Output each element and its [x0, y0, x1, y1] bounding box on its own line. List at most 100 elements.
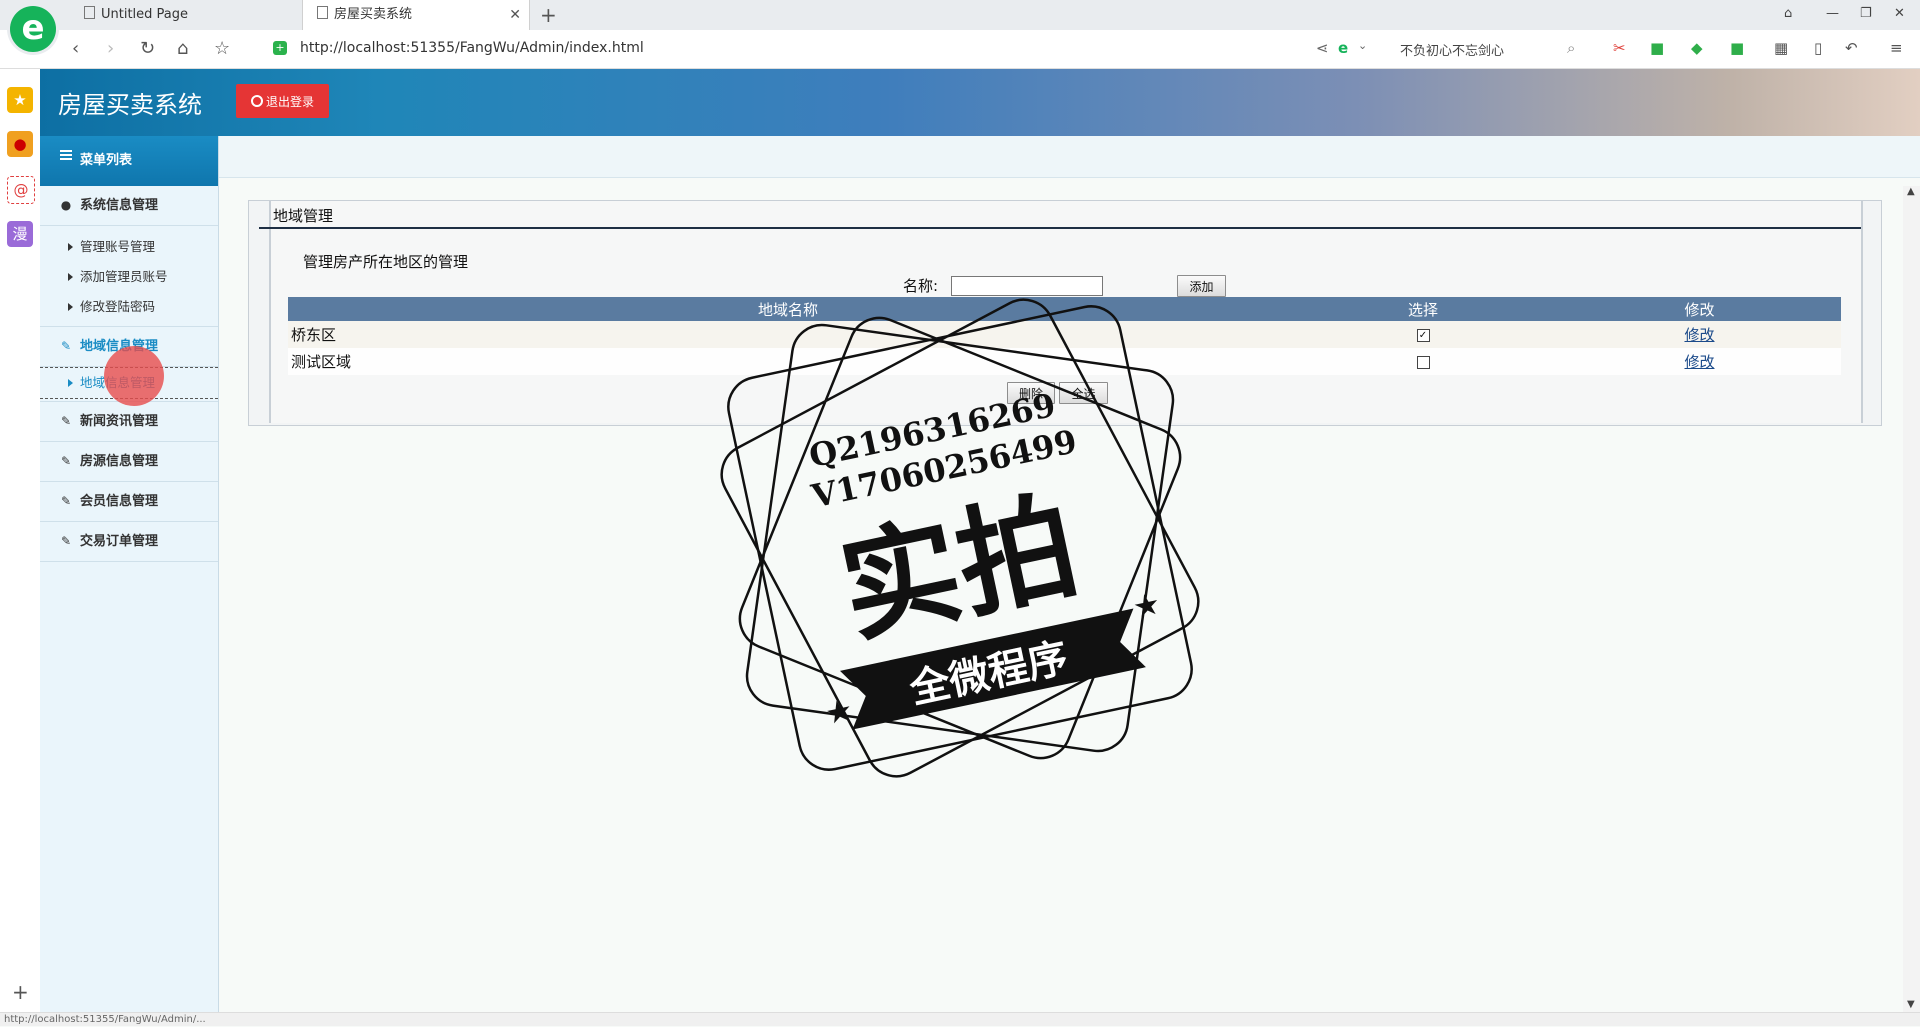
- sidebar-group-news[interactable]: ✎ 新闻资讯管理: [40, 402, 218, 442]
- col-header-select: 选择: [1288, 297, 1558, 321]
- favorites-icon[interactable]: ★: [7, 87, 33, 113]
- select-cell: ✓: [1288, 321, 1558, 348]
- caret-right-icon: [68, 273, 73, 281]
- region-name-input[interactable]: [951, 276, 1103, 296]
- group-label: 房源信息管理: [80, 454, 159, 469]
- group-label: 系统信息管理: [80, 198, 159, 213]
- tab-label: 房屋买卖系统: [334, 7, 413, 22]
- sidebar-item-change-password[interactable]: 修改登陆密码: [40, 292, 218, 322]
- search-icon[interactable]: ⌕: [1567, 39, 1575, 57]
- click-indicator: [104, 346, 164, 406]
- menu-icon[interactable]: ≡: [1890, 39, 1903, 57]
- restore-icon[interactable]: ❐: [1860, 6, 1872, 21]
- edit-icon: ✎: [60, 339, 72, 353]
- scissors-icon[interactable]: ✂: [1613, 39, 1626, 57]
- title-divider: [259, 227, 1861, 229]
- sidebar-group-listings[interactable]: ✎ 房源信息管理: [40, 442, 218, 482]
- sidebar-item-add-admin[interactable]: 添加管理员账号: [40, 262, 218, 292]
- edit-link[interactable]: 修改: [1684, 353, 1714, 371]
- tab-active[interactable]: 房屋买卖系统 ✕: [302, 0, 530, 30]
- star-icon: ★: [1130, 586, 1164, 626]
- browser-sidebar: ★ ● @ 漫 +: [0, 69, 41, 1012]
- page-icon: [84, 6, 95, 19]
- star-icon[interactable]: ☆: [214, 38, 230, 59]
- home-icon[interactable]: ⌂: [177, 38, 188, 59]
- scroll-down-icon[interactable]: ▼: [1907, 999, 1915, 1010]
- status-bar: http://localhost:51355/FangWu/Admin/...: [0, 1012, 1920, 1026]
- address-bar: ‹ › ↻ ⌂ ☆ + http://localhost:51355/FangW…: [0, 30, 1920, 69]
- group-label: 交易订单管理: [80, 534, 159, 549]
- ie-mode-icon[interactable]: e: [1338, 39, 1348, 57]
- user-icon: ●: [60, 198, 72, 212]
- back-icon[interactable]: ‹: [72, 38, 79, 59]
- browser-tab-bar: Untitled Page 房屋买卖系统 ✕ + ⌂ — ❐ ✕: [0, 0, 1920, 31]
- edit-cell: 修改: [1558, 348, 1841, 375]
- item-label: 管理账号管理: [80, 239, 156, 254]
- caret-right-icon: [68, 243, 73, 251]
- sidebar-item-admin-accounts[interactable]: 管理账号管理: [40, 232, 218, 262]
- edit-link[interactable]: 修改: [1684, 326, 1714, 344]
- share-icon[interactable]: ⋖: [1316, 39, 1329, 57]
- undo-icon[interactable]: ↶: [1845, 39, 1858, 57]
- minimize-icon[interactable]: —: [1826, 6, 1839, 21]
- page-icon: [317, 6, 328, 19]
- sidebar-group-orders[interactable]: ✎ 交易订单管理: [40, 522, 218, 562]
- caret-right-icon: [68, 379, 73, 387]
- sidebar-group-system[interactable]: ● 系统信息管理: [40, 186, 218, 226]
- panel-title: 地域管理: [273, 207, 334, 225]
- caret-right-icon: [68, 303, 73, 311]
- logout-button[interactable]: 退出登录: [236, 84, 329, 118]
- add-icon[interactable]: +: [12, 980, 29, 1004]
- watermark-stamp: Q2196316269 V17060256499 实拍 全微程序 ★ ★: [720, 298, 1200, 778]
- refresh-icon[interactable]: ↻: [140, 38, 155, 59]
- tab-label: Untitled Page: [101, 7, 189, 22]
- panel-description: 管理房产所在地区的管理: [303, 253, 469, 271]
- edit-icon: ✎: [60, 414, 72, 428]
- row-checkbox[interactable]: ✓: [1416, 328, 1430, 342]
- comic-icon[interactable]: 漫: [7, 221, 33, 247]
- reader-icon[interactable]: ▯: [1814, 39, 1822, 57]
- row-checkbox[interactable]: [1416, 355, 1430, 369]
- menu-list-label: 菜单列表: [80, 153, 133, 168]
- edit-icon: ✎: [60, 494, 72, 508]
- game-icon[interactable]: ■: [1730, 39, 1744, 57]
- content-top-strip: [219, 136, 1920, 178]
- forward-icon[interactable]: ›: [107, 38, 114, 59]
- edit-icon: ✎: [60, 454, 72, 468]
- new-tab-button[interactable]: +: [540, 3, 557, 27]
- mail-icon[interactable]: @: [7, 176, 35, 204]
- sidebar-menu: 菜单列表 ● 系统信息管理 管理账号管理 添加管理员账号 修改登陆密码 ✎ 地域信息…: [40, 136, 219, 1012]
- close-window-icon[interactable]: ✕: [1894, 6, 1905, 21]
- apps-grid-icon[interactable]: ▦: [1774, 39, 1788, 57]
- item-label: 添加管理员账号: [80, 269, 168, 284]
- weibo-icon[interactable]: ●: [7, 131, 33, 157]
- tab-untitled-page[interactable]: Untitled Page: [70, 0, 302, 30]
- logout-label: 退出登录: [265, 95, 314, 109]
- sidebar-group-members[interactable]: ✎ 会员信息管理: [40, 482, 218, 522]
- status-url: http://localhost:51355/FangWu/Admin/...: [4, 1014, 206, 1025]
- app-title: 房屋买卖系统: [58, 91, 202, 119]
- list-icon: [60, 148, 72, 162]
- edit-icon: ✎: [60, 534, 72, 548]
- edit-cell: 修改: [1558, 321, 1841, 348]
- system-submenu: 管理账号管理 添加管理员账号 修改登陆密码: [40, 226, 218, 327]
- scroll-up-icon[interactable]: ▲: [1907, 186, 1915, 197]
- chevron-down-icon[interactable]: ⌄: [1358, 39, 1367, 52]
- name-label: 名称:: [903, 277, 939, 295]
- vertical-scrollbar[interactable]: ▲ ▼: [1903, 186, 1920, 1012]
- col-header-edit: 修改: [1558, 297, 1841, 321]
- item-label: 修改登陆密码: [80, 299, 156, 314]
- security-shield-icon[interactable]: ◆: [1691, 39, 1703, 57]
- browser-logo-icon: e: [10, 6, 56, 52]
- shield-icon: +: [273, 41, 287, 55]
- app-header: 房屋买卖系统 退出登录: [40, 69, 1920, 136]
- menu-list-header: 菜单列表: [40, 136, 218, 186]
- add-button[interactable]: 添加: [1177, 275, 1226, 297]
- translate-icon[interactable]: ■: [1650, 39, 1664, 57]
- url-field[interactable]: http://localhost:51355/FangWu/Admin/inde…: [300, 40, 644, 56]
- shirt-icon[interactable]: ⌂: [1784, 6, 1792, 21]
- star-icon: ★: [822, 693, 856, 733]
- close-tab-icon[interactable]: ✕: [509, 0, 521, 30]
- power-icon: [250, 95, 263, 107]
- search-box[interactable]: 不负初心不忘剑心: [1400, 40, 1504, 59]
